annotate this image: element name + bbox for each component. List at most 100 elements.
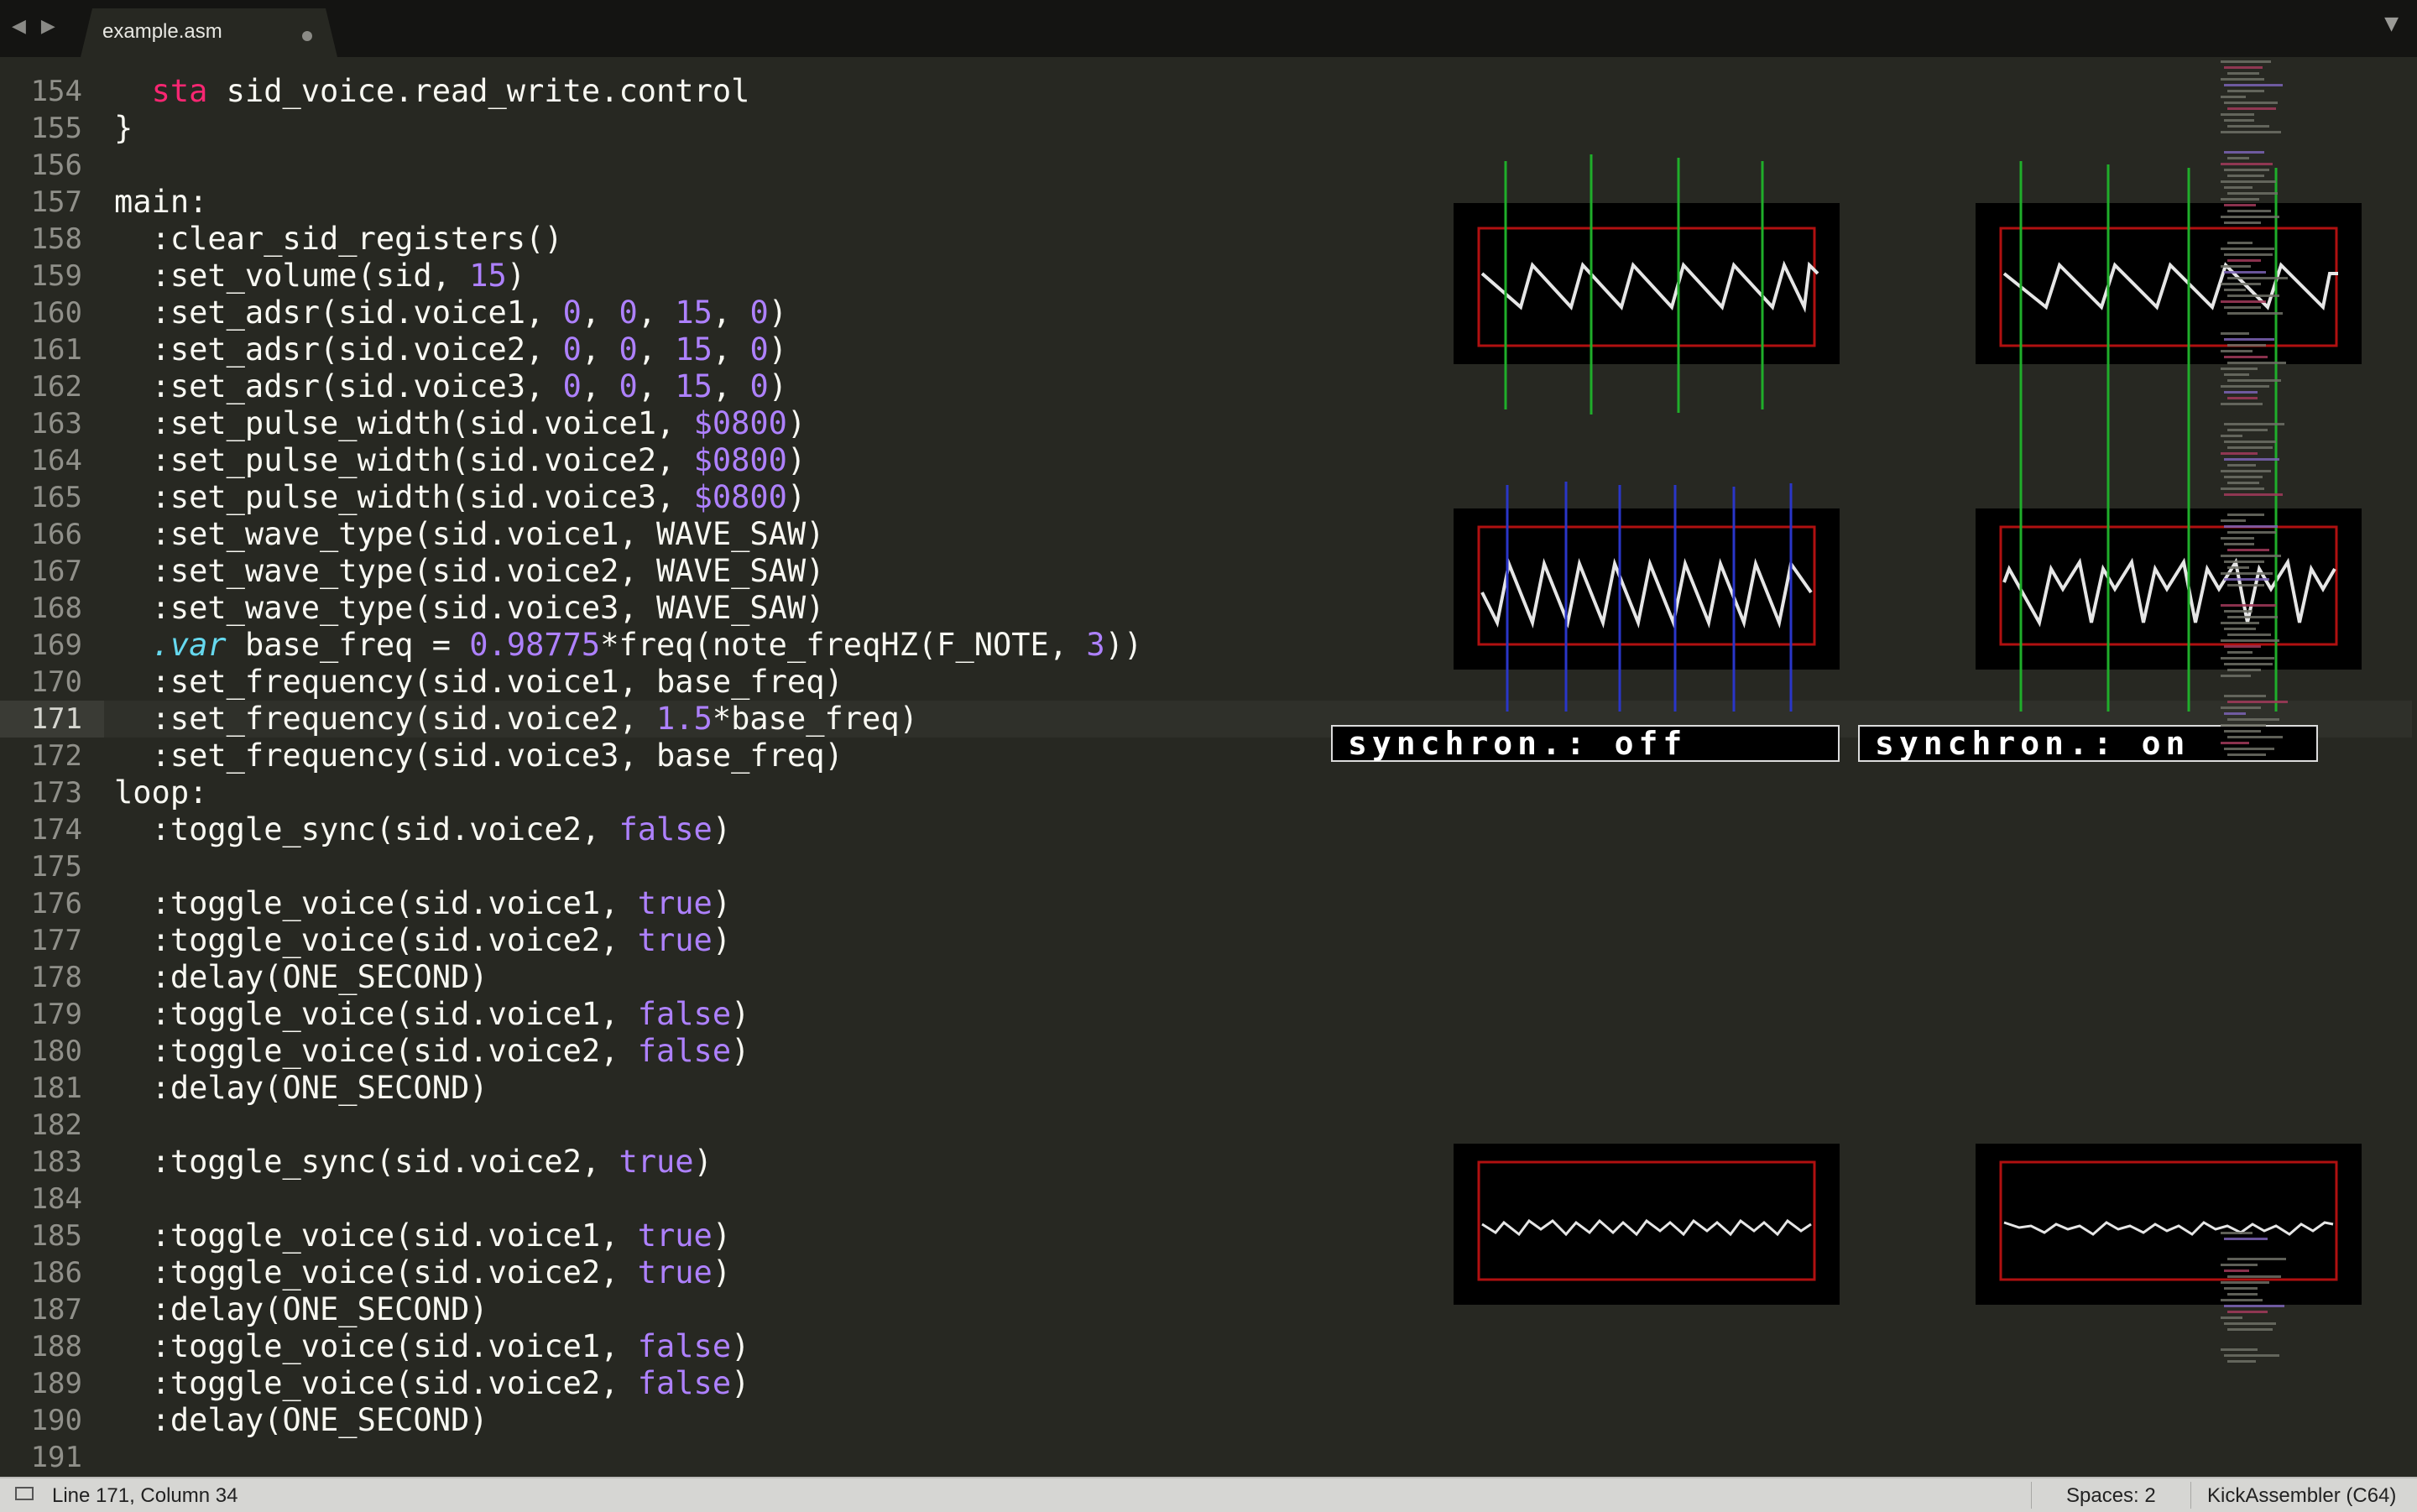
code-line[interactable]: :toggle_sync(sid.voice2, false) bbox=[114, 811, 732, 848]
indentation-setting[interactable]: Spaces: 2 bbox=[2066, 1484, 2156, 1508]
code-line[interactable]: :set_wave_type(sid.voice1, WAVE_SAW) bbox=[114, 516, 825, 553]
code-line[interactable]: .var base_freq = 0.98775*freq(note_freqH… bbox=[114, 627, 1143, 664]
minimap-line bbox=[2221, 131, 2281, 133]
code-token: ) bbox=[712, 1217, 732, 1254]
minimap[interactable] bbox=[2216, 57, 2417, 1477]
minimap-line bbox=[2224, 151, 2264, 154]
code-line[interactable]: :toggle_voice(sid.voice2, false) bbox=[114, 1365, 750, 1402]
code-line[interactable]: :set_adsr(sid.voice2, 0, 0, 15, 0) bbox=[114, 331, 787, 368]
minimap-line bbox=[2221, 519, 2246, 522]
code-token: 0 bbox=[749, 295, 769, 331]
code-line[interactable]: :set_adsr(sid.voice3, 0, 0, 15, 0) bbox=[114, 368, 787, 405]
minimap-line bbox=[2227, 1328, 2273, 1331]
code-line[interactable]: :set_pulse_width(sid.voice1, $0800) bbox=[114, 405, 807, 442]
code-token: base_freq = bbox=[226, 627, 470, 663]
code-token: , bbox=[712, 368, 750, 404]
minimap-line bbox=[2224, 712, 2246, 715]
code-line[interactable]: :set_wave_type(sid.voice3, WAVE_SAW) bbox=[114, 590, 825, 627]
code-token: :toggle_voice(sid.voice2, bbox=[114, 1033, 638, 1069]
minimap-line bbox=[2221, 1299, 2263, 1301]
line-number: 160 bbox=[30, 296, 82, 330]
line-number-gutter: 154 155 156 157 158 159 160 161 162 163 164 165 166 1… bbox=[0, 57, 104, 1477]
code-token: ) bbox=[786, 405, 807, 441]
minimap-line bbox=[2227, 277, 2288, 279]
code-line[interactable]: :toggle_voice(sid.voice1, true) bbox=[114, 885, 732, 922]
code-line[interactable]: :clear_sid_registers() bbox=[114, 221, 563, 258]
minimap-line bbox=[2224, 391, 2258, 394]
code-line[interactable]: :toggle_voice(sid.voice2, true) bbox=[114, 1254, 732, 1291]
code-token: ) bbox=[712, 922, 732, 958]
minimap-line bbox=[2221, 113, 2254, 116]
code-token: :set_adsr(sid.voice1, bbox=[114, 295, 563, 331]
minimap-line bbox=[2224, 186, 2253, 189]
code-line[interactable]: :set_frequency(sid.voice3, base_freq) bbox=[114, 738, 843, 774]
minimap-line bbox=[2224, 1270, 2249, 1272]
code-line[interactable]: :set_pulse_width(sid.voice3, $0800) bbox=[114, 479, 807, 516]
code-line[interactable]: :toggle_voice(sid.voice1, false) bbox=[114, 996, 750, 1033]
code-line[interactable]: :toggle_voice(sid.voice1, false) bbox=[114, 1328, 750, 1365]
code-token: true bbox=[637, 1217, 713, 1254]
minimap-line bbox=[2227, 701, 2288, 703]
code-token: :toggle_sync(sid.voice2, bbox=[114, 1144, 619, 1180]
minimap-line bbox=[2224, 271, 2266, 274]
code-token: , bbox=[637, 331, 676, 368]
code-token: :toggle_voice(sid.voice2, bbox=[114, 922, 638, 958]
minimap-line bbox=[2224, 373, 2249, 376]
code-line[interactable]: :toggle_voice(sid.voice2, false) bbox=[114, 1033, 750, 1070]
code-token: :delay(ONE_SECOND) bbox=[114, 1291, 488, 1327]
code-line[interactable]: main: bbox=[114, 184, 207, 221]
minimap-line bbox=[2221, 604, 2276, 607]
code-line[interactable]: :toggle_voice(sid.voice2, true) bbox=[114, 922, 732, 959]
line-number: 161 bbox=[30, 333, 82, 367]
code-token: :set_frequency(sid.voice2, bbox=[114, 701, 657, 737]
minimap-line bbox=[2227, 482, 2259, 484]
code-token: 0 bbox=[619, 331, 638, 368]
code-line[interactable]: } bbox=[114, 110, 133, 147]
code-line[interactable]: :set_volume(sid, 15) bbox=[114, 258, 526, 295]
minimap-line bbox=[2221, 639, 2279, 642]
code-token: , bbox=[637, 368, 676, 404]
back-arrow-icon[interactable]: ◀ bbox=[12, 15, 26, 39]
code-line[interactable]: :delay(ONE_SECOND) bbox=[114, 1070, 488, 1107]
syntax-selector[interactable]: KickAssembler (C64) bbox=[2207, 1484, 2396, 1508]
code-token: :set_volume(sid, bbox=[114, 258, 470, 294]
line-number: 170 bbox=[30, 665, 82, 699]
code-line[interactable]: :set_pulse_width(sid.voice2, $0800) bbox=[114, 442, 807, 479]
tab-example-asm[interactable]: example.asm bbox=[81, 8, 337, 57]
minimap-line bbox=[2224, 423, 2284, 425]
scope-mix-sync-off bbox=[1454, 1144, 1840, 1305]
code-line[interactable]: :set_wave_type(sid.voice2, WAVE_SAW) bbox=[114, 553, 825, 590]
line-number: 179 bbox=[30, 998, 82, 1031]
line-number: 163 bbox=[30, 407, 82, 441]
code-token: :toggle_voice(sid.voice1, bbox=[114, 885, 638, 921]
code-line[interactable]: :toggle_sync(sid.voice2, true) bbox=[114, 1144, 713, 1181]
code-token: 0 bbox=[619, 295, 638, 331]
code-line[interactable]: :delay(ONE_SECOND) bbox=[114, 1291, 488, 1328]
minimap-line bbox=[2227, 1258, 2286, 1260]
code-line[interactable]: :set_frequency(sid.voice1, base_freq) bbox=[114, 664, 843, 701]
code-line[interactable]: sta sid_voice.read_write.control bbox=[114, 73, 750, 110]
code-line[interactable]: :set_adsr(sid.voice1, 0, 0, 15, 0) bbox=[114, 295, 787, 331]
panel-toggle-icon[interactable] bbox=[15, 1487, 34, 1500]
code-token: , bbox=[581, 295, 619, 331]
tab-dropdown-icon[interactable]: ▼ bbox=[2384, 13, 2399, 34]
forward-arrow-icon[interactable]: ▶ bbox=[41, 15, 55, 39]
unsaved-dot-icon[interactable] bbox=[302, 31, 312, 41]
minimap-line bbox=[2224, 610, 2253, 613]
minimap-line bbox=[2224, 645, 2261, 648]
line-number: 159 bbox=[30, 259, 82, 293]
code-line[interactable]: :delay(ONE_SECOND) bbox=[114, 959, 488, 996]
minimap-line bbox=[2227, 429, 2268, 431]
line-number: 172 bbox=[30, 739, 82, 773]
code-editor[interactable]: 154 155 156 157 158 159 160 161 162 163 164 165 166 1… bbox=[0, 57, 2417, 1477]
code-line[interactable]: :delay(ONE_SECOND) bbox=[114, 1402, 488, 1439]
minimap-line bbox=[2227, 669, 2261, 671]
minimap-line bbox=[2221, 572, 2273, 575]
code-token: 0 bbox=[562, 368, 582, 404]
minimap-line bbox=[2227, 753, 2266, 756]
code-line[interactable]: :toggle_voice(sid.voice1, true) bbox=[114, 1217, 732, 1254]
code-line[interactable]: loop: bbox=[114, 774, 207, 811]
cursor-position: Line 171, Column 34 bbox=[52, 1484, 238, 1507]
code-token: :clear_sid_registers() bbox=[114, 221, 563, 257]
code-line[interactable]: :set_frequency(sid.voice2, 1.5*base_freq… bbox=[114, 701, 918, 738]
